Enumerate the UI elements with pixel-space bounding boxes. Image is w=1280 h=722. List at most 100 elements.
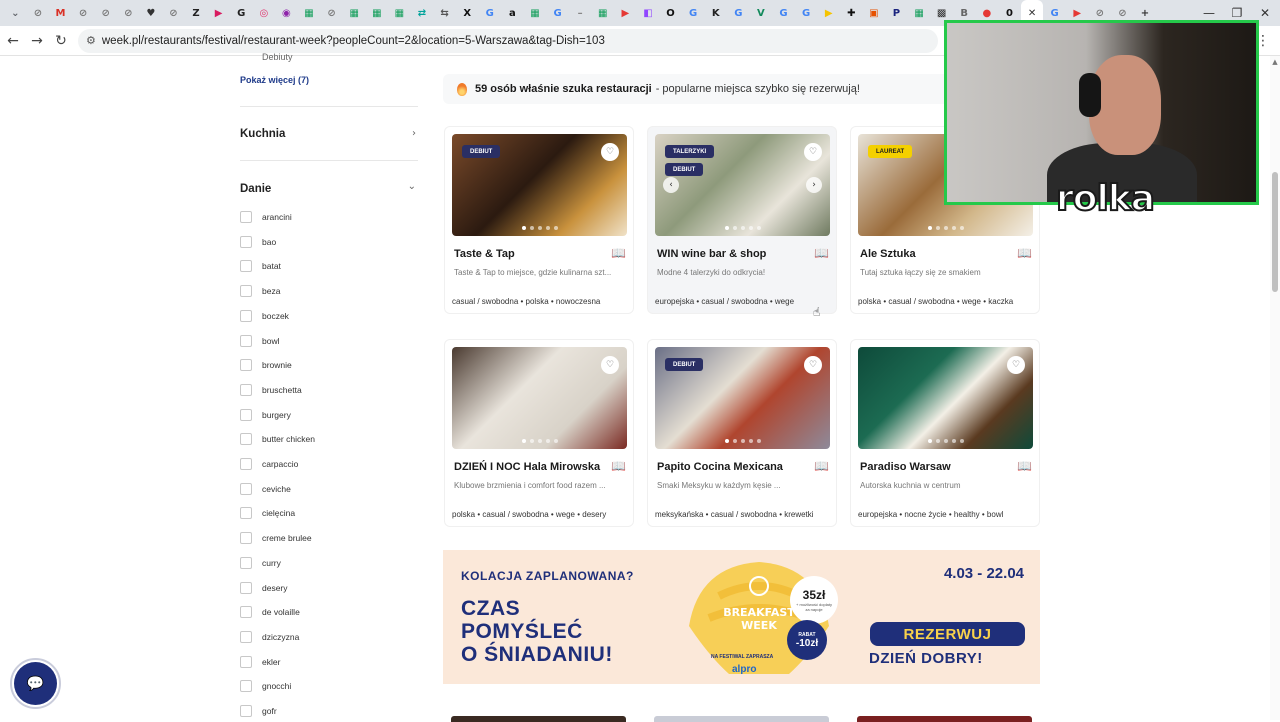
chevron-down-icon[interactable]: ⌄ — [408, 181, 416, 192]
dish-filter-item[interactable]: carpaccio — [240, 457, 298, 471]
browser-tab[interactable]: X — [456, 0, 479, 26]
google-icon[interactable]: G — [484, 7, 496, 19]
carousel-dot[interactable] — [724, 439, 729, 443]
checkbox[interactable] — [240, 383, 252, 396]
reserve-button[interactable]: REZERWUJ — [870, 622, 1025, 646]
heart-icon[interactable]: ♡ — [1007, 356, 1025, 374]
restaurant-name[interactable]: Taste & Tap — [454, 248, 604, 260]
pin-icon[interactable]: ● — [981, 7, 993, 19]
carousel-dot[interactable] — [732, 439, 737, 443]
dish-filter-item[interactable]: bowl — [240, 334, 279, 348]
carousel-dot[interactable] — [732, 226, 737, 230]
dish-filter-item[interactable]: cielęcina — [240, 506, 295, 520]
dish-filter-label[interactable]: bao — [262, 237, 276, 247]
restaurant-card[interactable]: ♡ DZIEŃ I NOC Hala Mirowska 📖 Klubowe brzmi… — [444, 339, 634, 527]
dish-filter-label[interactable]: gofr — [262, 706, 277, 716]
amazon-icon[interactable]: a — [506, 7, 518, 19]
google-icon[interactable]: G — [1049, 7, 1061, 19]
carousel-dots[interactable] — [655, 439, 830, 443]
carousel-dot[interactable] — [545, 226, 550, 230]
browser-tab[interactable]: ▶ — [207, 0, 230, 26]
browser-tab[interactable]: ▦ — [524, 0, 547, 26]
restaurant-card[interactable]: DEBIUT ♡ Taste & Tap 📖 Taste & Tap to miejsc… — [444, 126, 634, 314]
sheets-icon[interactable]: ▦ — [597, 7, 609, 19]
swap-icon[interactable]: ⇄ — [416, 7, 428, 19]
browser-tab[interactable]: ◧ — [637, 0, 660, 26]
dish-filter-item[interactable]: butter chicken — [240, 432, 315, 446]
browser-tab[interactable]: ◉ — [275, 0, 298, 26]
dish-filter-label[interactable]: brownie — [262, 360, 292, 370]
dish-filter-label[interactable]: creme brulee — [262, 533, 312, 543]
dish-filter-item[interactable]: bao — [240, 235, 276, 249]
dash-icon[interactable]: – — [574, 7, 586, 19]
restaurant-photo[interactable]: DEBIUT ♡ — [452, 134, 627, 236]
checkbox[interactable] — [240, 433, 252, 446]
browser-tab[interactable]: ⊘ — [94, 0, 117, 26]
carousel-dot[interactable] — [959, 226, 964, 230]
dish-filter-item[interactable]: bruschetta — [240, 383, 302, 397]
dish-filter-item[interactable]: gnocchi — [240, 679, 291, 693]
carousel-dots[interactable] — [858, 226, 1033, 230]
checkbox[interactable] — [240, 260, 252, 273]
carousel-dots[interactable] — [858, 439, 1033, 443]
browser-tab[interactable]: ▦ — [366, 0, 389, 26]
dropdown-icon[interactable]: ⌄ — [9, 7, 21, 19]
dish-filter-item[interactable]: burgery — [240, 408, 291, 422]
twitch-icon[interactable]: ◧ — [642, 7, 654, 19]
dish-filter-label[interactable]: bowl — [262, 336, 279, 346]
sheets-icon[interactable]: ▦ — [303, 7, 315, 19]
browser-tab[interactable]: ▦ — [908, 0, 931, 26]
sheets-icon[interactable]: ▦ — [529, 7, 541, 19]
new-tab-icon[interactable]: + — [1139, 7, 1151, 19]
carousel-dot[interactable] — [756, 226, 761, 230]
dish-filter-item[interactable]: curry — [240, 556, 281, 570]
browser-tab[interactable]: ⇄ — [411, 0, 434, 26]
close-icon[interactable]: ✕ — [1026, 7, 1038, 19]
menu-book-icon[interactable]: 📖 — [611, 459, 626, 473]
checkbox[interactable] — [240, 680, 252, 693]
carousel-dots[interactable] — [452, 226, 627, 230]
dish-filter-label[interactable]: cielęcina — [262, 508, 295, 518]
carousel-dots[interactable] — [452, 439, 627, 443]
dish-filter-item[interactable]: ekler — [240, 655, 280, 669]
dish-filter-label[interactable]: burgery — [262, 410, 291, 420]
restaurant-name[interactable]: Papito Cocina Mexicana — [657, 461, 807, 473]
browser-tab[interactable]: ▦ — [298, 0, 321, 26]
site-settings-icon[interactable]: ⚙ — [86, 34, 96, 47]
restaurant-photo[interactable]: ♡ — [858, 347, 1033, 449]
dish-filter-label[interactable]: butter chicken — [262, 434, 315, 444]
next-card-photo[interactable] — [654, 716, 829, 722]
checkbox[interactable] — [240, 606, 252, 619]
google-icon[interactable]: G — [777, 7, 789, 19]
checkbox[interactable] — [240, 458, 252, 470]
restaurant-card[interactable]: ♡ Paradiso Warsaw 📖 Autorska kuchnia w cent… — [850, 339, 1040, 527]
checkbox[interactable] — [240, 705, 252, 717]
chat-tab-icon[interactable]: ◉ — [280, 7, 292, 19]
checkbox[interactable] — [240, 556, 252, 569]
checkbox[interactable] — [240, 581, 252, 594]
dish-filter-item[interactable]: ceviche — [240, 482, 291, 496]
restaurant-photo[interactable]: DEBIUT ♡ — [655, 347, 830, 449]
browser-tab[interactable]: G — [478, 0, 501, 26]
sheets-icon[interactable]: ▦ — [371, 7, 383, 19]
g-icon[interactable]: G — [235, 7, 247, 19]
browser-tab[interactable]: ⊘ — [320, 0, 343, 26]
dish-filter-item[interactable]: de volaille — [240, 605, 300, 619]
browser-tab[interactable]: ⊘ — [162, 0, 185, 26]
site-icon[interactable]: ⊘ — [100, 7, 112, 19]
play-icon[interactable]: ▶ — [823, 7, 835, 19]
sheets-icon[interactable]: ▦ — [393, 7, 405, 19]
carousel-dot[interactable] — [935, 226, 940, 230]
google-icon[interactable]: G — [732, 7, 744, 19]
youtube-icon[interactable]: ▶ — [619, 7, 631, 19]
browser-tab[interactable]: O — [659, 0, 682, 26]
browser-tab[interactable]: G — [772, 0, 795, 26]
browser-tab[interactable]: ⇆ — [433, 0, 456, 26]
v-icon[interactable]: V — [755, 7, 767, 19]
checkbox[interactable] — [240, 211, 252, 223]
google-icon[interactable]: G — [800, 7, 812, 19]
checkbox[interactable] — [240, 482, 252, 495]
section-danie[interactable]: Danie — [240, 183, 271, 195]
menu-book-icon[interactable]: 📖 — [1017, 459, 1032, 473]
carousel-dot[interactable] — [521, 439, 526, 443]
